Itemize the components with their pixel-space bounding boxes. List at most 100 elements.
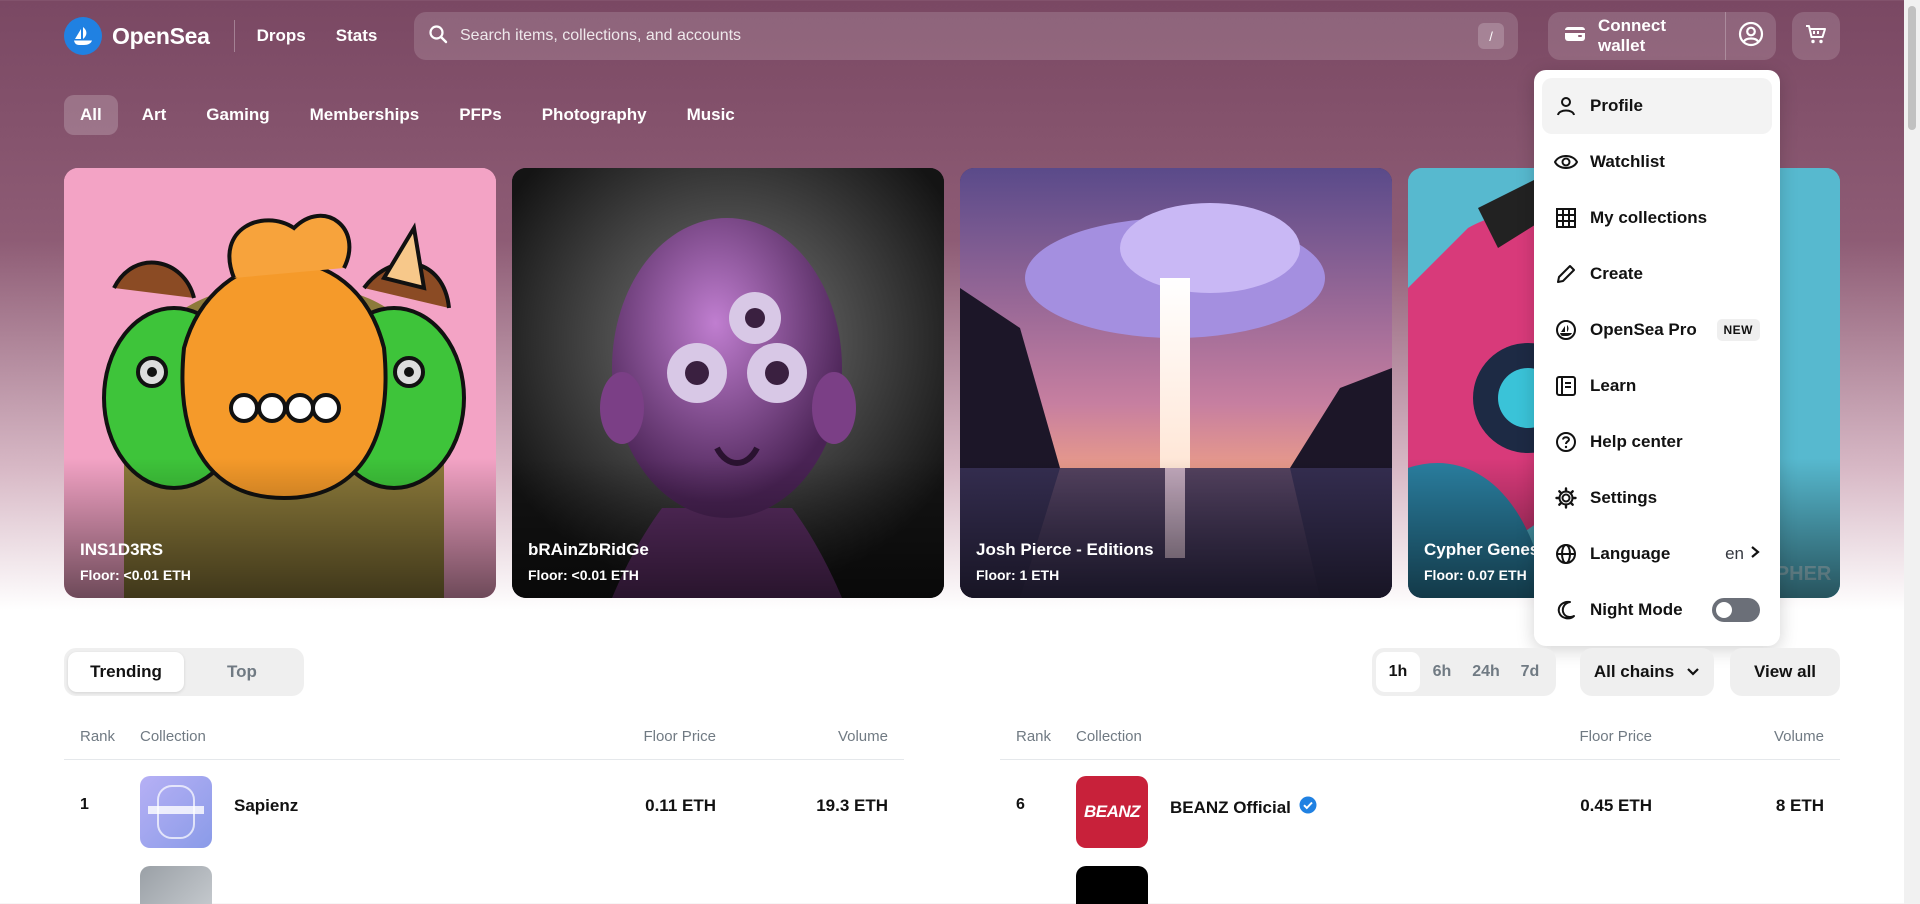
table-row[interactable]	[64, 850, 904, 904]
eye-icon	[1554, 150, 1578, 174]
book-icon	[1554, 374, 1578, 398]
wallet-profile-group: Connect wallet	[1548, 12, 1776, 60]
page-scrollbar[interactable]	[1904, 0, 1920, 904]
featured-card-floor: Floor: <0.01 ETH	[528, 567, 639, 583]
person-icon	[1554, 94, 1578, 118]
featured-card-floor: Floor: <0.01 ETH	[80, 567, 191, 583]
menu-label: Learn	[1590, 376, 1637, 395]
row-volume: 8 ETH	[1775, 796, 1824, 815]
verified-badge-icon	[1299, 796, 1317, 819]
tab-top[interactable]: Top	[184, 652, 300, 692]
table-row[interactable]: 6 BEANZ BEANZ Official 0.45 ETH 8 ETH	[1000, 760, 1840, 850]
col-volume: Volume	[1773, 728, 1824, 745]
time-7d[interactable]: 7d	[1508, 652, 1552, 692]
row-volume: 19.3 ETH	[816, 796, 888, 815]
col-rank: Rank	[80, 728, 116, 745]
nav-drops[interactable]: Drops	[257, 26, 306, 46]
grid-icon	[1554, 206, 1578, 230]
menu-label: Help center	[1590, 432, 1683, 451]
col-floor-price: Floor Price	[1579, 728, 1652, 745]
menu-label: Watchlist	[1590, 152, 1665, 171]
menu-item-watchlist[interactable]: Watchlist	[1542, 134, 1772, 190]
col-floor-price: Floor Price	[643, 728, 716, 745]
cart-icon	[1804, 22, 1828, 51]
featured-card-brainzbridge[interactable]: bRAinZbRidGe Floor: <0.01 ETH	[512, 168, 944, 598]
col-collection: Collection	[140, 728, 206, 745]
language-code: en	[1725, 544, 1744, 563]
collection-thumbnail	[140, 866, 212, 904]
menu-item-language[interactable]: Language en	[1542, 526, 1772, 582]
col-volume: Volume	[837, 728, 888, 745]
menu-item-create[interactable]: Create	[1542, 246, 1772, 302]
menu-item-settings[interactable]: Settings	[1542, 470, 1772, 526]
search-input[interactable]	[460, 27, 1478, 45]
featured-card-floor: Floor: 0.07 ETH	[1424, 567, 1527, 583]
opensea-logo[interactable]: OpenSea	[64, 17, 210, 55]
language-value: en	[1725, 544, 1760, 564]
table-header: Rank Collection Floor Price Volume	[1000, 724, 1840, 760]
nav-stats[interactable]: Stats	[336, 26, 378, 46]
menu-label: My collections	[1590, 208, 1708, 227]
search-shortcut-key: /	[1478, 23, 1504, 49]
featured-card-title: Cypher Genes	[1424, 540, 1540, 559]
col-collection: Collection	[1076, 728, 1142, 745]
opensea-logo-text: OpenSea	[112, 22, 210, 49]
profile-menu-button[interactable]	[1726, 12, 1776, 60]
time-24h[interactable]: 24h	[1464, 652, 1508, 692]
menu-item-help-center[interactable]: Help center	[1542, 414, 1772, 470]
chevron-right-icon	[1750, 544, 1760, 564]
menu-label: Profile	[1590, 96, 1643, 115]
menu-item-opensea-pro[interactable]: OpenSea Pro NEW	[1542, 302, 1772, 358]
cart-button[interactable]	[1792, 12, 1840, 60]
menu-item-my-collections[interactable]: My collections	[1542, 190, 1772, 246]
table-row[interactable]	[1000, 850, 1840, 904]
trending-table-right: Rank Collection Floor Price Volume 6 BEA…	[1000, 724, 1840, 904]
menu-item-profile[interactable]: Profile	[1542, 78, 1772, 134]
row-floor-price: 0.45 ETH	[1580, 796, 1652, 815]
menu-label: Night Mode	[1590, 600, 1683, 619]
connect-wallet-button[interactable]: Connect wallet	[1548, 12, 1725, 60]
tab-trending[interactable]: Trending	[68, 652, 184, 692]
featured-card-ins1d3rs[interactable]: INS1D3RS Floor: <0.01 ETH	[64, 168, 496, 598]
col-rank: Rank	[1016, 728, 1052, 745]
search-icon	[428, 24, 448, 49]
beanz-thumbnail: BEANZ	[1076, 776, 1148, 848]
time-range-selector: 1h 6h 24h 7d	[1372, 648, 1556, 696]
profile-dropdown-menu: Profile Watchlist My collections Create …	[1534, 70, 1780, 646]
night-mode-toggle[interactable]	[1712, 598, 1760, 622]
globe-icon	[1554, 542, 1578, 566]
category-photography[interactable]: Photography	[526, 95, 663, 135]
time-1h[interactable]: 1h	[1376, 652, 1420, 692]
scrollbar-thumb[interactable]	[1908, 6, 1916, 130]
opensea-pro-icon	[1554, 318, 1578, 342]
category-memberships[interactable]: Memberships	[294, 95, 436, 135]
chevron-down-icon	[1686, 662, 1700, 682]
category-art[interactable]: Art	[126, 95, 183, 135]
category-pfps[interactable]: PFPs	[443, 95, 518, 135]
opensea-page: OpenSea Drops Stats / Connect wallet	[0, 0, 1904, 904]
collection-name-text: BEANZ Official	[1170, 797, 1291, 817]
chains-dropdown[interactable]: All chains	[1580, 648, 1714, 696]
view-all-button[interactable]: View all	[1730, 648, 1840, 696]
collection-thumbnail	[1076, 866, 1148, 904]
time-6h[interactable]: 6h	[1420, 652, 1464, 692]
featured-card-josh-pierce[interactable]: Josh Pierce - Editions Floor: 1 ETH	[960, 168, 1392, 598]
chains-label: All chains	[1593, 662, 1675, 681]
menu-label: Language	[1590, 544, 1671, 563]
menu-item-night-mode: Night Mode	[1542, 582, 1772, 638]
featured-card-title: Josh Pierce - Editions	[976, 540, 1154, 559]
menu-label: Settings	[1590, 488, 1658, 507]
header-divider	[233, 20, 235, 52]
menu-label: Create	[1590, 264, 1643, 283]
category-gaming[interactable]: Gaming	[190, 95, 285, 135]
help-icon	[1554, 430, 1578, 454]
new-badge: NEW	[1716, 319, 1760, 341]
opensea-logo-icon	[64, 17, 102, 55]
category-all[interactable]: All	[64, 95, 118, 135]
row-rank: 1	[80, 796, 89, 813]
table-row[interactable]: 1 Sapienz 0.11 ETH 19.3 ETH	[64, 760, 904, 850]
menu-item-learn[interactable]: Learn	[1542, 358, 1772, 414]
search-bar[interactable]: /	[414, 12, 1518, 60]
row-collection-name: Sapienz	[234, 796, 299, 815]
category-music[interactable]: Music	[671, 95, 751, 135]
